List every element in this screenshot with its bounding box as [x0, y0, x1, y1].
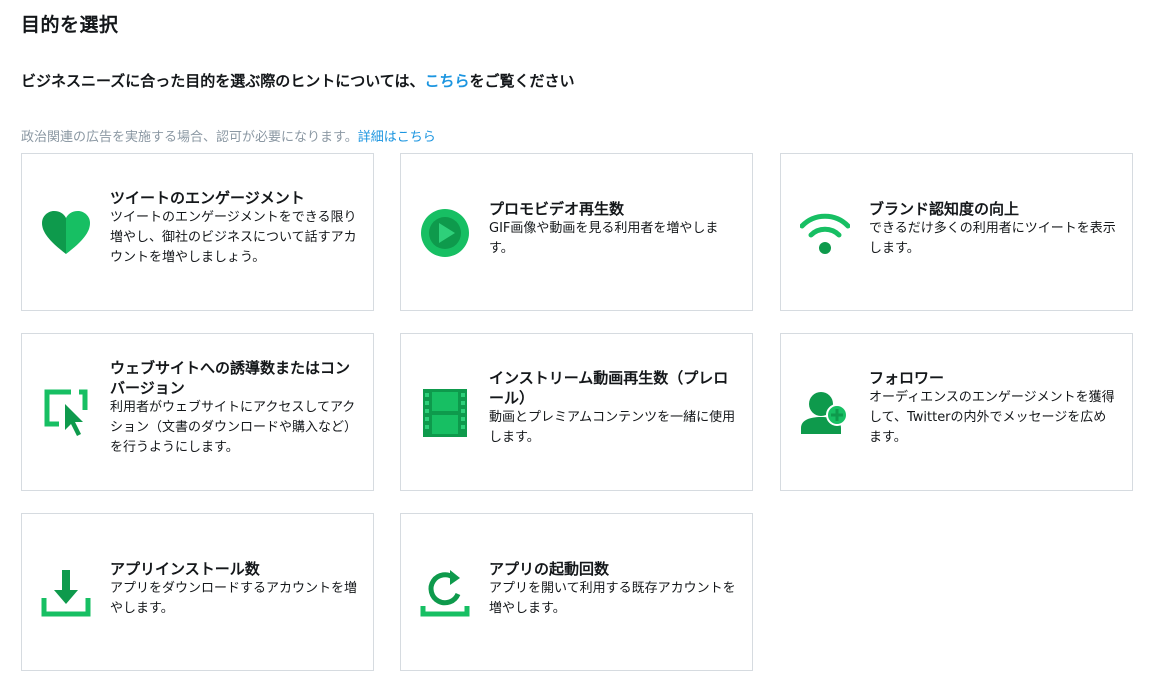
hint-link[interactable]: こちら	[425, 72, 470, 90]
hint-prefix: ビジネスニーズに合った目的を選ぶ際のヒントについては、	[21, 72, 425, 90]
objective-description: 動画とプレミアムコンテンツを一緒に使用します。	[489, 410, 736, 445]
objective-description: できるだけ多くの利用者にツイートを表示します。	[869, 221, 1116, 256]
objective-title: インストリーム動画再生数（プレロール）	[489, 369, 729, 407]
objective-description: GIF画像や動画を見る利用者を増やします。	[489, 221, 719, 256]
play-icon	[419, 207, 471, 259]
objective-title: ブランド認知度の向上	[869, 200, 1020, 218]
objective-card-followers[interactable]: フォロワー オーディエンスのエンゲージメントを獲得して、Twitterの内外でメ…	[780, 333, 1133, 491]
add-follower-icon	[799, 387, 851, 439]
wifi-icon	[799, 207, 851, 259]
objective-title: プロモビデオ再生数	[489, 200, 625, 218]
notice-details-link[interactable]: 詳細はこちら	[358, 130, 436, 145]
objective-title: ツイートのエンゲージメント	[110, 189, 305, 207]
hint-suffix: をご覧ください	[469, 72, 575, 90]
film-icon	[419, 387, 471, 439]
objective-title: アプリインストール数	[110, 560, 260, 578]
objective-description: ツイートのエンゲージメントをできる限り増やし、御社のビジネスについて話すアカウン…	[110, 210, 357, 265]
download-icon	[40, 567, 92, 619]
objective-title: フォロワー	[869, 369, 945, 387]
objective-card-instream-video-views[interactable]: インストリーム動画再生数（プレロール） 動画とプレミアムコンテンツを一緒に使用し…	[400, 333, 753, 491]
cursor-click-icon	[40, 386, 92, 438]
objective-description: 利用者がウェブサイトにアクセスしてアクション（文書のダウンロードや購入など）を行…	[110, 400, 358, 455]
objective-title: ウェブサイトへの誘導数またはコンバージョン	[110, 359, 351, 397]
objective-card-app-reengagements[interactable]: アプリの起動回数 アプリを開いて利用する既存アカウントを増やします。	[400, 513, 753, 671]
objective-title: アプリの起動回数	[489, 560, 610, 578]
political-notice: 政治関連の広告を実施する場合、認可が必要になります。詳細はこちら	[21, 126, 436, 145]
objective-card-website-conversions[interactable]: ウェブサイトへの誘導数またはコンバージョン 利用者がウェブサイトにアクセスしてア…	[21, 333, 374, 491]
objective-card-app-installs[interactable]: アプリインストール数 アプリをダウンロードするアカウントを増やします。	[21, 513, 374, 671]
objective-description: アプリを開いて利用する既存アカウントを増やします。	[489, 581, 736, 616]
objective-description: オーディエンスのエンゲージメントを獲得して、Twitterの内外でメッセージを広…	[869, 390, 1115, 445]
heart-icon	[40, 207, 92, 259]
reload-icon	[419, 567, 471, 619]
objective-card-tweet-engagement[interactable]: ツイートのエンゲージメント ツイートのエンゲージメントをできる限り増やし、御社の…	[21, 153, 374, 311]
objective-card-brand-awareness[interactable]: ブランド認知度の向上 できるだけ多くの利用者にツイートを表示します。	[780, 153, 1133, 311]
page-title: 目的を選択	[21, 14, 119, 36]
objective-card-promoted-video-views[interactable]: プロモビデオ再生数 GIF画像や動画を見る利用者を増やします。	[400, 153, 753, 311]
hint-text: ビジネスニーズに合った目的を選ぶ際のヒントについては、こちらをご覧ください	[21, 70, 575, 91]
notice-text: 政治関連の広告を実施する場合、認可が必要になります。	[21, 130, 358, 145]
objective-description: アプリをダウンロードするアカウントを増やします。	[110, 581, 358, 616]
